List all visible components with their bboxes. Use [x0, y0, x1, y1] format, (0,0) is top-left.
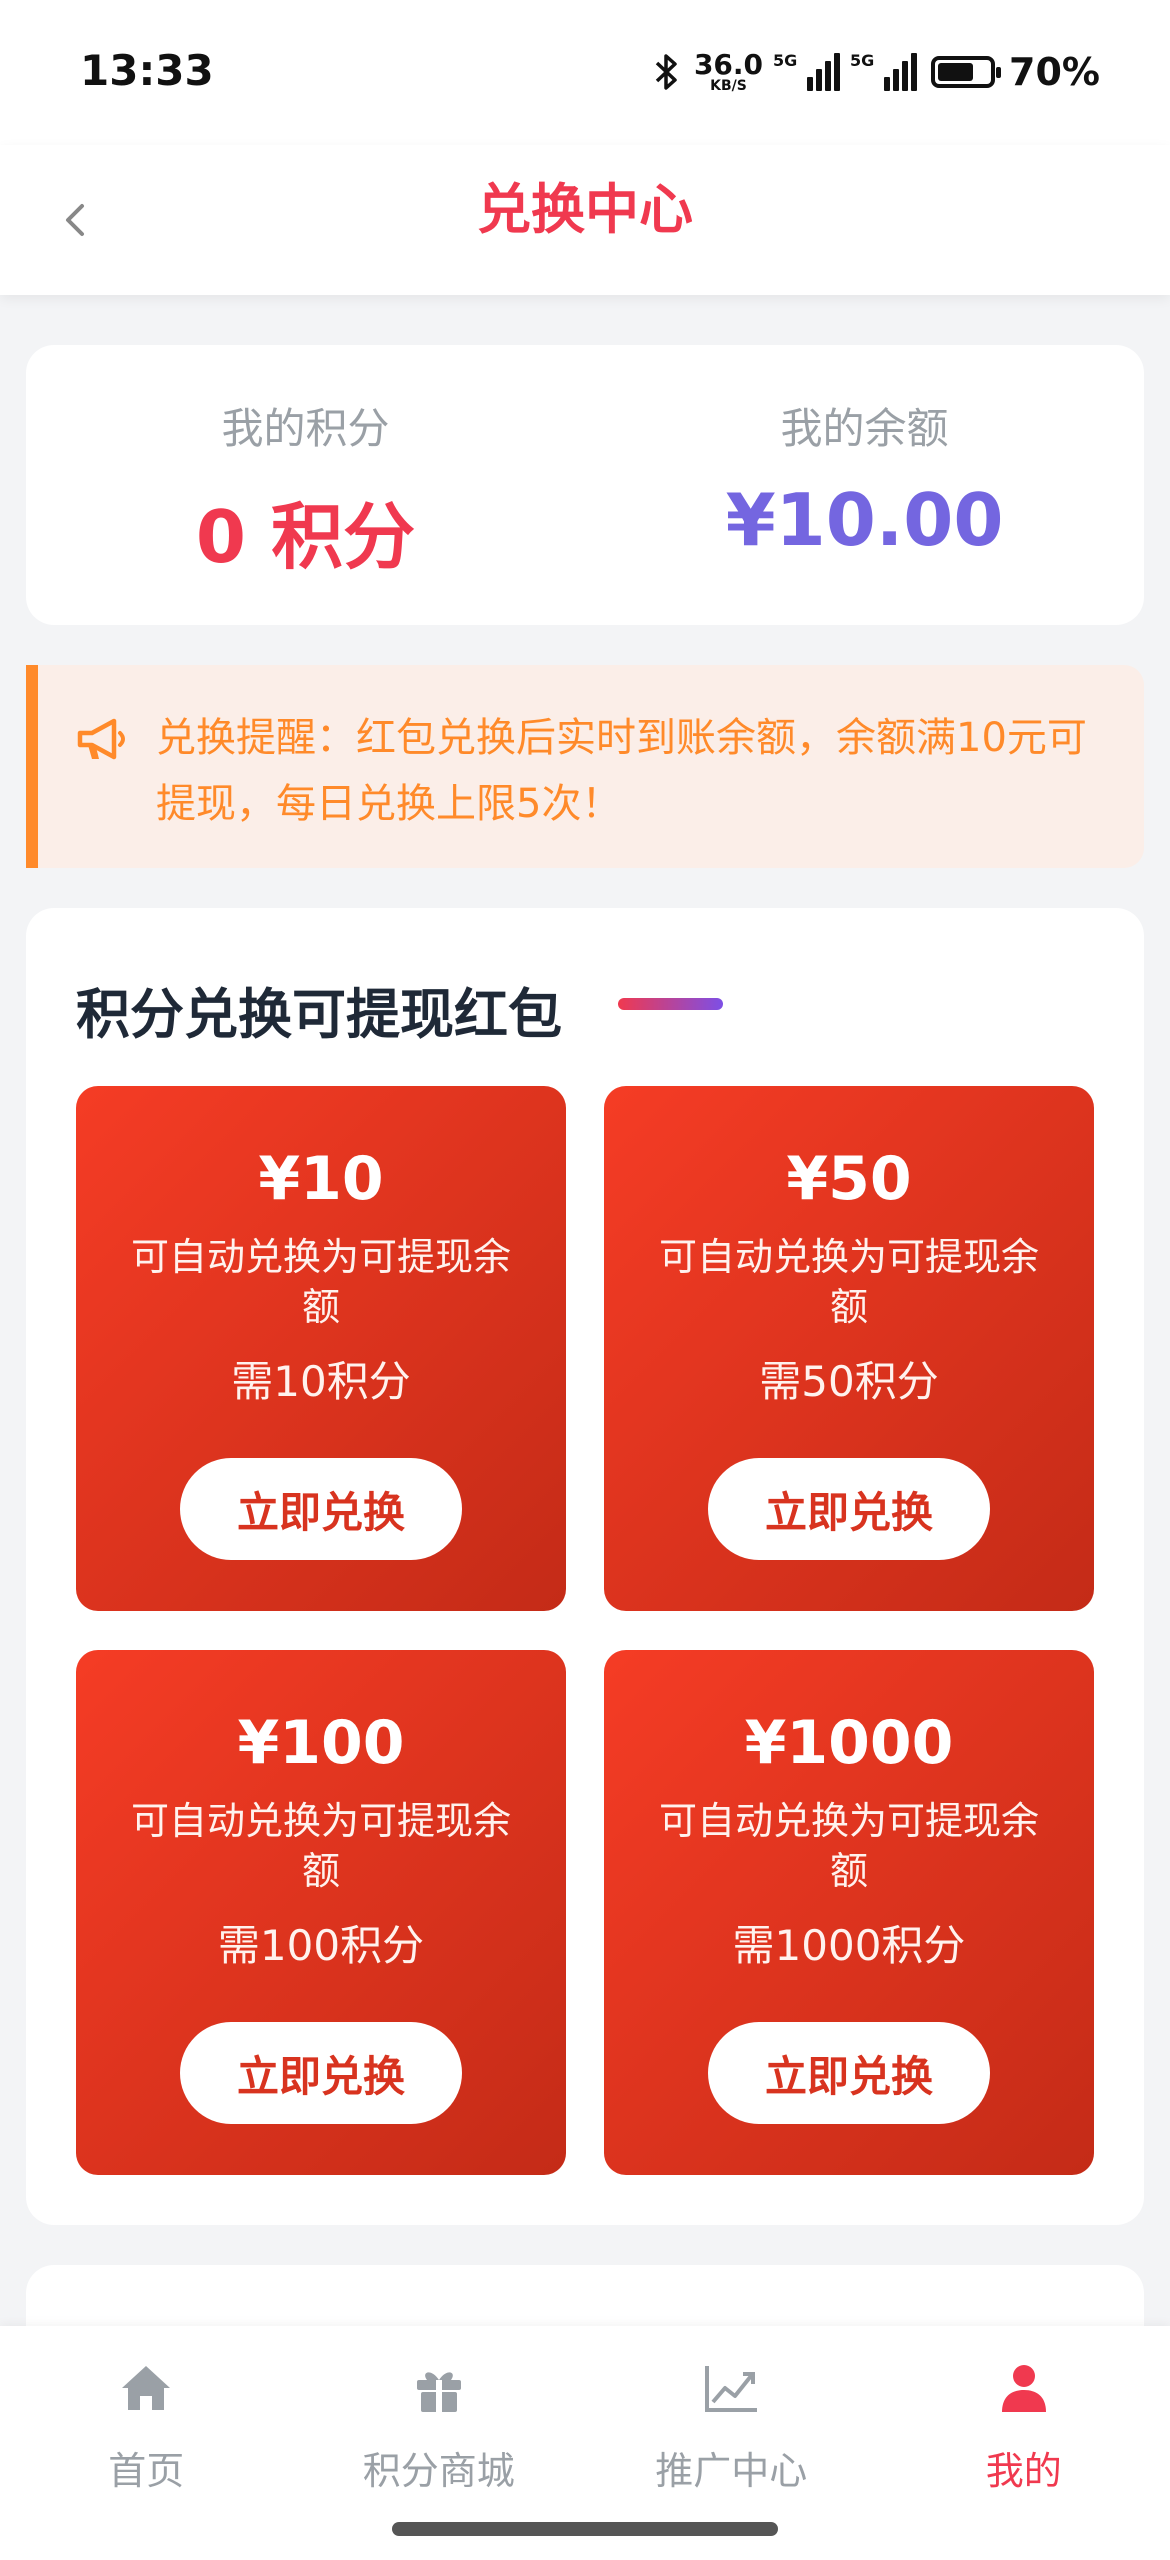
packet-cost: 需100积分 [217, 1921, 425, 1970]
gift-icon [416, 2372, 461, 2412]
signal-tag: 5G [773, 51, 798, 70]
red-packet-card: ¥10 可自动兑换为可提现余额 需10积分 立即兑换 [76, 1086, 566, 1611]
signal-tag: 5G [850, 51, 875, 70]
red-packet-card: ¥100 可自动兑换为可提现余额 需100积分 立即兑换 [76, 1650, 566, 2175]
points-label: 我的积分 [221, 404, 390, 453]
exchange-button[interactable]: 立即兑换 [180, 1458, 462, 1560]
chart-icon [705, 2366, 758, 2412]
exchange-button[interactable]: 立即兑换 [708, 1458, 990, 1560]
exchange-button[interactable]: 立即兑换 [180, 2022, 462, 2124]
signal-icon: 5G [773, 51, 841, 91]
status-bar: 13:33 36.0 KB/S 5G 5G 70% [0, 0, 1170, 145]
network-speed-value: 36.0 [693, 48, 764, 81]
packet-cost: 需10积分 [231, 1357, 411, 1406]
packet-description: 可自动兑换为可提现余额 [658, 1799, 1039, 1893]
header: 兑换中心 [0, 145, 1170, 295]
packet-description: 可自动兑换为可提现余额 [130, 1235, 511, 1329]
packet-amount: ¥100 [237, 1708, 405, 1778]
nav-label: 推广中心 [655, 2449, 808, 2493]
signal-icon: 5G [850, 51, 918, 91]
packet-amount: ¥10 [258, 1144, 384, 1214]
balance-stat: 我的余额 ¥10.00 [585, 345, 1144, 625]
packet-cost: 需1000积分 [732, 1921, 966, 1970]
battery-fill [938, 63, 974, 81]
chevron-left-icon [66, 204, 84, 236]
exchange-center-page: 13:33 36.0 KB/S 5G 5G 70% 兑换中心 我的积分 0 积分… [0, 0, 1170, 2560]
status-icons: 36.0 KB/S 5G 5G 70% [654, 44, 1100, 100]
user-icon [1001, 2365, 1046, 2412]
exchange-notice: 兑换提醒：红包兑换后实时到账余额，余额满10元可提现，每日兑换上限5次！ [26, 665, 1144, 868]
battery-percentage: 70% [1009, 50, 1100, 94]
notice-text: 兑换提醒：红包兑换后实时到账余额，余额满10元可提现，每日兑换上限5次！ [156, 715, 1087, 827]
megaphone-icon [77, 718, 125, 760]
bluetooth-icon [655, 54, 677, 90]
status-time: 13:33 [80, 46, 214, 95]
packet-description: 可自动兑换为可提现余额 [130, 1799, 511, 1893]
home-indicator[interactable] [392, 2522, 778, 2536]
balance-value: ¥10.00 [725, 478, 1004, 562]
exchange-button[interactable]: 立即兑换 [708, 2022, 990, 2124]
home-icon [122, 2366, 171, 2410]
exchange-section: 积分兑换可提现红包 ¥10 可自动兑换为可提现余额 需10积分 立即兑换 ¥50… [26, 908, 1144, 2225]
packet-amount: ¥1000 [744, 1708, 954, 1778]
nav-label: 积分商城 [362, 2449, 515, 2493]
points-stat: 我的积分 0 积分 [26, 345, 585, 625]
nav-label: 我的 [985, 2449, 1062, 2493]
section-title: 积分兑换可提现红包 [76, 983, 562, 1046]
battery-icon [931, 56, 1002, 88]
nav-label: 首页 [108, 2449, 185, 2493]
points-value: 0 积分 [195, 495, 416, 579]
nav-item-home[interactable]: 首页 [0, 2326, 293, 2560]
account-summary-card: 我的积分 0 积分 我的余额 ¥10.00 [26, 345, 1144, 625]
page-title: 兑换中心 [477, 178, 693, 241]
packet-cost: 需50积分 [759, 1357, 939, 1406]
back-button[interactable] [40, 185, 110, 255]
balance-label: 我的余额 [780, 404, 949, 453]
red-packet-card: ¥1000 可自动兑换为可提现余额 需1000积分 立即兑换 [604, 1650, 1094, 2175]
network-speed: 36.0 KB/S [693, 48, 764, 94]
red-packet-card: ¥50 可自动兑换为可提现余额 需50积分 立即兑换 [604, 1086, 1094, 1611]
nav-item-mine[interactable]: 我的 [878, 2326, 1170, 2560]
title-decoration [618, 998, 723, 1010]
packet-description: 可自动兑换为可提现余额 [658, 1235, 1039, 1329]
network-speed-unit: KB/S [710, 78, 747, 94]
packet-amount: ¥50 [786, 1144, 912, 1214]
